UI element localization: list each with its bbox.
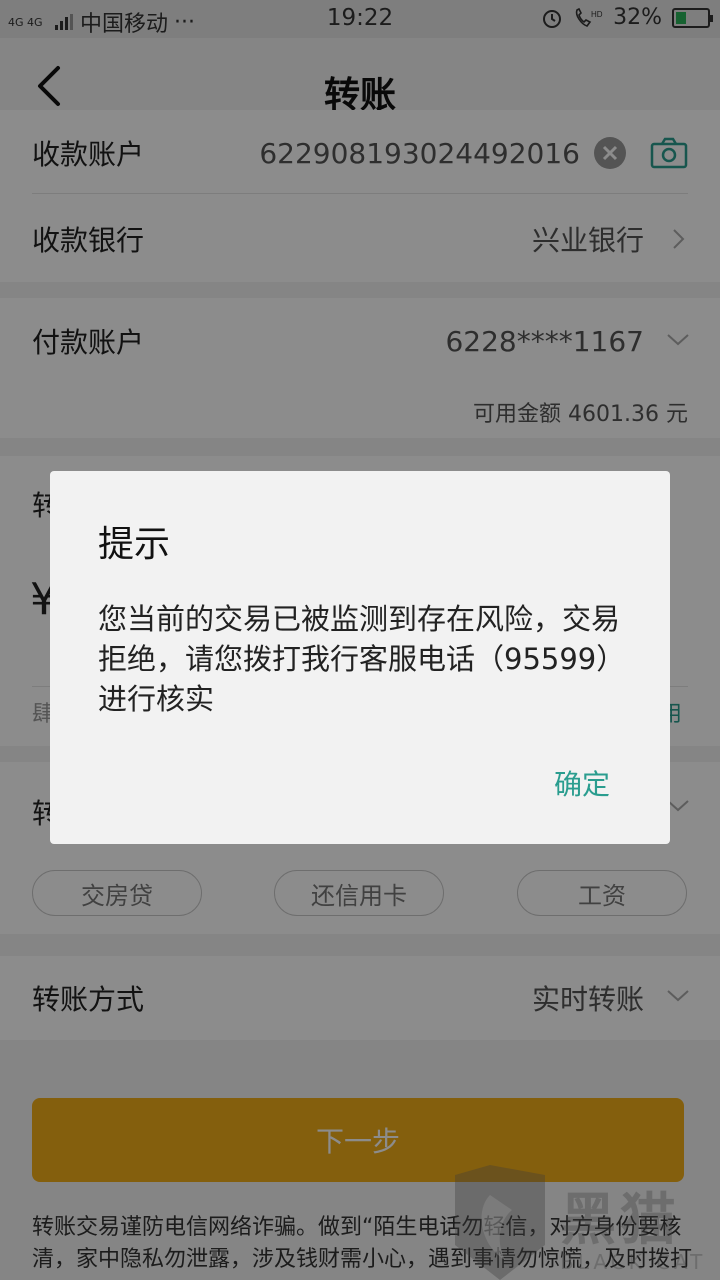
dialog-ok-button[interactable]: 确定	[554, 763, 610, 803]
dialog-message: 您当前的交易已被监测到存在风险，交易拒绝，请您拨打我行客服电话（95599）进行…	[98, 602, 626, 716]
dialog-title: 提示	[98, 524, 171, 565]
risk-alert-dialog: 提示 您当前的交易已被监测到存在风险，交易拒绝，请您拨打我行客服电话（95599…	[50, 471, 670, 844]
